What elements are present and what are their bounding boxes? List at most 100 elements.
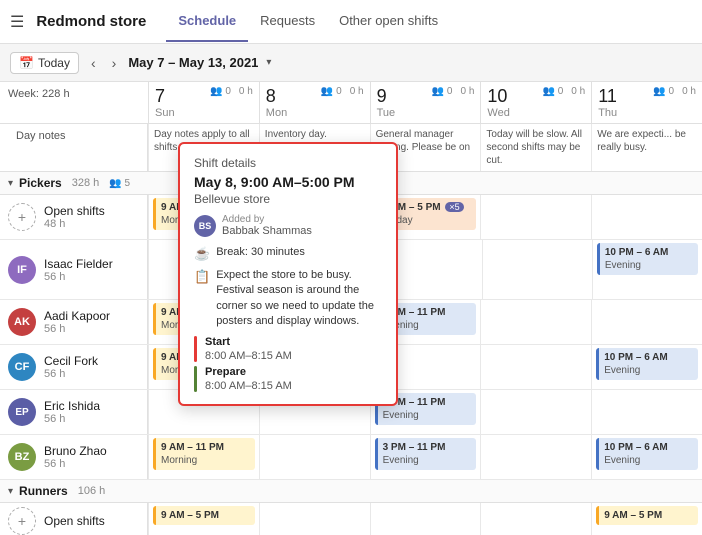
- runners-shift-7[interactable]: 9 AM – 5 PM: [153, 506, 255, 525]
- eric-cell-11[interactable]: [591, 390, 702, 434]
- cecil-cell-11[interactable]: 10 PM – 6 AM Evening: [591, 345, 702, 389]
- eric-avatar: EP: [8, 398, 36, 426]
- bruno-shift-label-9: Evening: [383, 454, 472, 467]
- day-col-10: 10 Wed 👥 00 h: [480, 82, 591, 123]
- day-meta-11: 👥 00 h: [653, 86, 696, 97]
- runners-open-cell-10[interactable]: [480, 503, 591, 535]
- bruno-hours: 56 h: [44, 458, 107, 470]
- runners-open-info: Open shifts: [44, 514, 105, 528]
- runners-open-cell-7[interactable]: 9 AM – 5 PM: [148, 503, 259, 535]
- date-range-chevron[interactable]: ▾: [266, 57, 271, 68]
- day-name-8: Mon: [266, 107, 287, 119]
- popup-store: Bellevue store: [194, 192, 382, 206]
- isaac-shift-label-11: Evening: [605, 259, 693, 272]
- bruno-shift-time-11: 10 PM – 6 AM: [604, 441, 693, 454]
- isaac-info: Isaac Fielder 56 h: [44, 257, 113, 283]
- popup-avatar: BS: [194, 215, 216, 237]
- eric-hours: 56 h: [44, 413, 100, 425]
- popup-start-time: 8:00 AM–8:15 AM: [205, 350, 292, 362]
- cecil-shift-time-11: 10 PM – 6 AM: [604, 351, 693, 364]
- date-range[interactable]: May 7 – May 13, 2021: [128, 55, 258, 70]
- cecil-avatar: CF: [8, 353, 36, 381]
- main-grid: Week: 228 h 7 Sun 👥 00 h: [0, 82, 702, 535]
- open-shifts-cell-10[interactable]: [480, 195, 591, 239]
- cecil-hours: 56 h: [44, 368, 98, 380]
- bruno-cell-9[interactable]: 3 PM – 11 PM Evening: [370, 435, 481, 479]
- popup-notes-text: Expect the store to be busy. Festival se…: [216, 268, 382, 330]
- isaac-shift-time-11: 10 PM – 6 AM: [605, 246, 693, 259]
- day-col-7: 7 Sun 👥 00 h: [148, 82, 259, 123]
- runners-open-cell-9[interactable]: [370, 503, 481, 535]
- bruno-cell-7[interactable]: 9 AM – 11 PM Morning: [148, 435, 259, 479]
- tab-schedule[interactable]: Schedule: [166, 1, 248, 42]
- aadi-cell-10[interactable]: [480, 300, 591, 344]
- day-name-10: Wed: [487, 107, 509, 119]
- prev-week-button[interactable]: ‹: [87, 55, 100, 71]
- cecil-shift-11[interactable]: 10 PM – 6 AM Evening: [596, 348, 698, 380]
- pickers-chevron[interactable]: ▾: [8, 178, 13, 189]
- bruno-info: Bruno Zhao 56 h: [44, 444, 107, 470]
- eric-shift-label-9: Evening: [383, 409, 472, 422]
- day-num-7: 7: [155, 86, 175, 107]
- isaac-left: IF Isaac Fielder 56 h: [0, 240, 148, 299]
- bruno-shift-label-7: Morning: [161, 454, 250, 467]
- popup-date: May 8, 9:00 AM–5:00 PM: [194, 174, 382, 190]
- open-shifts-cell-11[interactable]: [591, 195, 702, 239]
- tab-other-open-shifts[interactable]: Other open shifts: [327, 1, 450, 42]
- aadi-hours: 56 h: [44, 323, 110, 335]
- cecil-name: Cecil Fork: [44, 354, 98, 368]
- bruno-cell-10[interactable]: [480, 435, 591, 479]
- day-num-10: 10: [487, 86, 509, 107]
- bruno-cell-11[interactable]: 10 PM – 6 AM Evening: [591, 435, 702, 479]
- bruno-shift-time-7: 9 AM – 11 PM: [161, 441, 250, 454]
- bruno-shift-time-9: 3 PM – 11 PM: [383, 441, 472, 454]
- day-notes-label-cell: Day notes: [0, 124, 148, 171]
- isaac-cell-10[interactable]: [482, 240, 592, 299]
- popup-break-row: ☕ Break: 30 minutes: [194, 245, 382, 262]
- next-week-button[interactable]: ›: [108, 55, 121, 71]
- bruno-cells: 9 AM – 11 PM Morning 3 PM – 11 PM Evenin…: [148, 435, 702, 479]
- popup-break-icon: ☕: [194, 246, 210, 262]
- day-meta-7: 👥 00 h: [210, 86, 253, 97]
- cecil-info: Cecil Fork 56 h: [44, 354, 98, 380]
- today-button[interactable]: 📅 Today: [10, 52, 79, 74]
- runners-open-icon: +: [8, 507, 36, 535]
- isaac-cell-11[interactable]: 10 PM – 6 AM Evening: [592, 240, 702, 299]
- runners-chevron[interactable]: ▾: [8, 486, 13, 497]
- runners-open-name: Open shifts: [44, 514, 105, 528]
- popup-start-label: Start: [205, 336, 292, 348]
- popup-prepare-section: Prepare 8:00 AM–8:15 AM: [194, 366, 382, 392]
- aadi-left: AK Aadi Kapoor 56 h: [0, 300, 148, 344]
- aadi-cell-11[interactable]: [591, 300, 702, 344]
- days-header: 7 Sun 👥 00 h 8 Mon: [148, 82, 702, 123]
- popup-start-section: Start 8:00 AM–8:15 AM: [194, 336, 382, 362]
- isaac-shift-11[interactable]: 10 PM – 6 AM Evening: [597, 243, 698, 275]
- bruno-shift-9[interactable]: 3 PM – 11 PM Evening: [375, 438, 477, 470]
- runners-open-shifts-left: + Open shifts: [0, 503, 148, 535]
- bruno-cell-8[interactable]: [259, 435, 370, 479]
- open-shifts-hours: 48 h: [44, 218, 105, 230]
- runners-open-cell-11[interactable]: 9 AM – 5 PM: [591, 503, 702, 535]
- cecil-cell-10[interactable]: [480, 345, 591, 389]
- open-shifts-info: Open shifts 48 h: [44, 204, 105, 230]
- day-notes-label: Day notes: [8, 126, 74, 146]
- open-shifts-name: Open shifts: [44, 204, 105, 218]
- tab-requests[interactable]: Requests: [248, 1, 327, 42]
- bruno-shift-label-11: Evening: [604, 454, 693, 467]
- store-name: Redmond store: [36, 13, 146, 30]
- sub-nav: 📅 Today ‹ › May 7 – May 13, 2021 ▾: [0, 44, 702, 82]
- pickers-label: Pickers: [19, 176, 62, 190]
- cecil-shift-label-11: Evening: [604, 364, 693, 377]
- hamburger-icon[interactable]: ☰: [10, 12, 24, 32]
- eric-cell-10[interactable]: [480, 390, 591, 434]
- runners-shift-11[interactable]: 9 AM – 5 PM: [596, 506, 698, 525]
- bruno-shift-11[interactable]: 10 PM – 6 AM Evening: [596, 438, 698, 470]
- nav-tabs: Schedule Requests Other open shifts: [166, 1, 450, 42]
- isaac-avatar: IF: [8, 256, 36, 284]
- runners-open-cell-8[interactable]: [259, 503, 370, 535]
- bruno-shift-7[interactable]: 9 AM – 11 PM Morning: [153, 438, 255, 470]
- open-shifts-icon: +: [8, 203, 36, 231]
- today-label: Today: [38, 56, 70, 70]
- aadi-name: Aadi Kapoor: [44, 309, 110, 323]
- bruno-avatar: BZ: [8, 443, 36, 471]
